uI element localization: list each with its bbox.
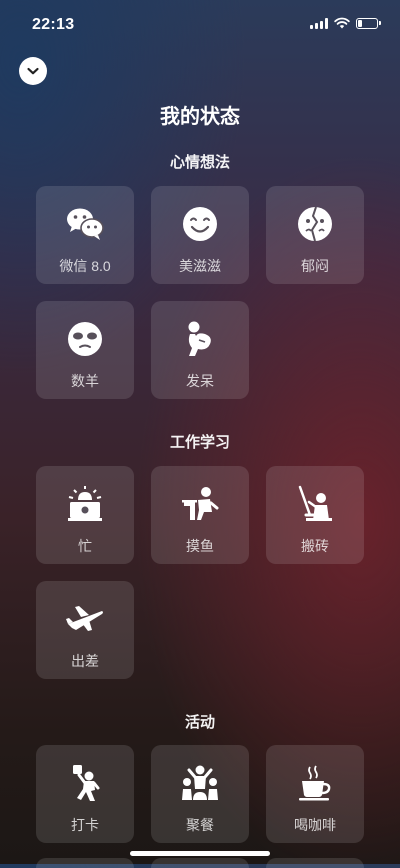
- status-tile-happy[interactable]: 美滋滋: [151, 186, 249, 284]
- busy-alarm-icon: [68, 486, 102, 521]
- status-tile-label: 喝咖啡: [294, 817, 336, 833]
- status-tile-coffee[interactable]: 喝咖啡: [266, 745, 364, 843]
- group-dinner-icon: [182, 765, 218, 800]
- status-tile-label: 数羊: [71, 373, 99, 389]
- status-tile-label: 摸鱼: [186, 538, 214, 554]
- status-tile-busy[interactable]: 忙: [36, 466, 134, 564]
- battery-icon: [356, 17, 381, 29]
- status-tile-group-dinner[interactable]: 聚餐: [151, 745, 249, 843]
- next-row-tile[interactable]: [266, 858, 364, 868]
- status-tile-label: 出差: [71, 653, 99, 669]
- airplane-icon: [66, 606, 103, 631]
- status-tile-slacking[interactable]: 摸鱼: [151, 466, 249, 564]
- wechat-icon: [67, 208, 104, 240]
- coffee-cup-icon: [299, 765, 331, 801]
- next-row-tile[interactable]: [36, 858, 134, 868]
- status-time: 22:13: [32, 16, 75, 33]
- status-tile-counting-sheep[interactable]: 数羊: [36, 301, 134, 399]
- status-tile-check-in[interactable]: 打卡: [36, 745, 134, 843]
- status-tile-label: 发呆: [186, 373, 214, 389]
- home-indicator: [130, 851, 270, 856]
- status-tile-label: 搬砖: [301, 538, 329, 554]
- slacking-desk-icon: [182, 487, 219, 520]
- next-row-tile[interactable]: [151, 858, 249, 868]
- collapse-button[interactable]: [19, 57, 47, 85]
- signal-icon: [310, 17, 328, 29]
- status-tile-brick-moving[interactable]: 搬砖: [266, 466, 364, 564]
- section-title-mood: 心情想法: [169, 154, 230, 171]
- status-tile-daze[interactable]: 发呆: [151, 301, 249, 399]
- check-in-person-icon: [73, 765, 100, 801]
- status-tile-label: 美滋滋: [179, 258, 221, 274]
- status-tile-label: 打卡: [71, 817, 99, 833]
- status-bar: 22:13: [0, 0, 400, 50]
- status-tile-wechat[interactable]: 微信 8.0: [36, 186, 134, 284]
- status-tile-label: 聚餐: [186, 817, 214, 833]
- wifi-icon: [334, 17, 350, 29]
- status-tile-label: 忙: [78, 538, 92, 554]
- status-tile-label: 郁闷: [301, 258, 329, 274]
- section-title-work: 工作学习: [169, 434, 230, 451]
- status-tile-business-trip[interactable]: 出差: [36, 581, 134, 679]
- daze-person-icon: [188, 321, 211, 356]
- brick-worker-icon: [298, 485, 332, 521]
- sheep-face-icon: [68, 322, 102, 356]
- gloomy-face-icon: [298, 206, 332, 242]
- section-title-activity: 活动: [184, 714, 215, 731]
- status-tile-label: 微信 8.0: [59, 258, 111, 274]
- status-tile-gloomy[interactable]: 郁闷: [266, 186, 364, 284]
- page-title: 我的状态: [160, 106, 240, 128]
- chevron-down-icon: [27, 67, 39, 75]
- smile-face-icon: [183, 207, 217, 241]
- status-icons: [310, 17, 381, 29]
